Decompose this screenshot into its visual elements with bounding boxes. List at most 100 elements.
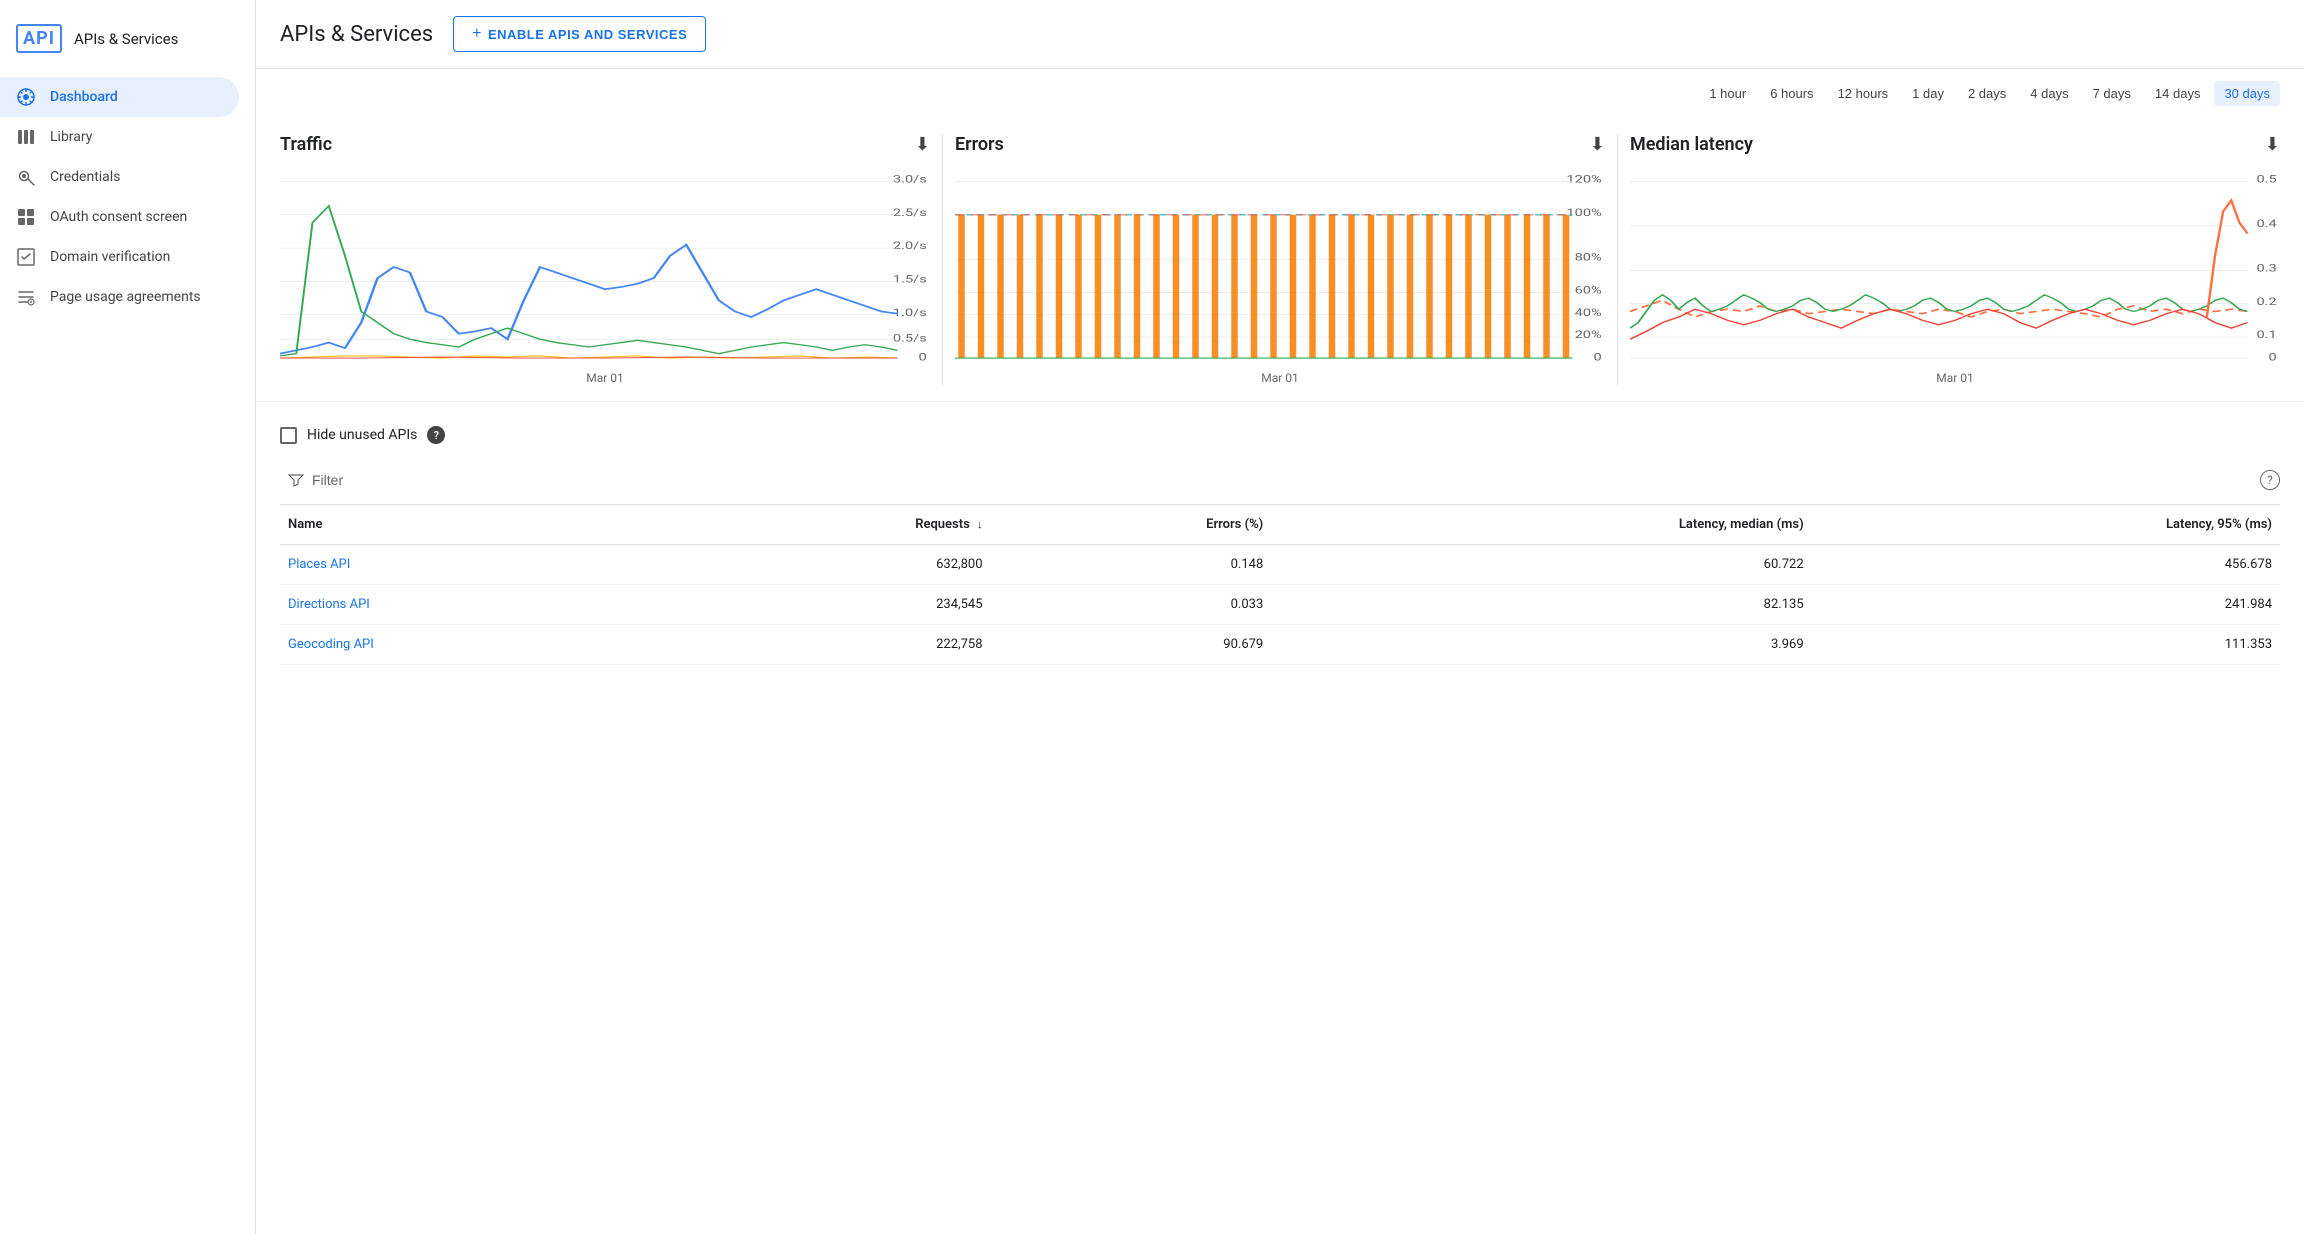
sidebar-item-label-page-usage: Page usage agreements (50, 289, 201, 305)
col-latency-95[interactable]: Latency, 95% (ms) (1812, 505, 2280, 545)
sidebar-item-label-domain: Domain verification (50, 249, 170, 265)
col-requests[interactable]: Requests ↓ (671, 505, 991, 545)
latency-download-icon[interactable]: ⬇ (2265, 134, 2280, 155)
row-2-requests: 222,758 (671, 625, 991, 665)
svg-text:100%: 100% (1566, 207, 1601, 219)
traffic-chart-xlabel: Mar 01 (280, 371, 930, 385)
table-header-row: Name Requests ↓ Errors (%) Latency, medi… (280, 505, 2280, 545)
latency-chart-title: Median latency (1630, 134, 1753, 155)
time-2days[interactable]: 2 days (1958, 81, 2016, 106)
table-row: Directions API 234,545 0.033 82.135 241.… (280, 585, 2280, 625)
svg-text:0.2: 0.2 (2256, 296, 2276, 308)
svg-text:3.0/s: 3.0/s (893, 174, 927, 186)
svg-text:1.0/s: 1.0/s (893, 307, 927, 319)
time-range-bar: 1 hour 6 hours 12 hours 1 day 2 days 4 d… (256, 69, 2304, 118)
svg-text:120%: 120% (1566, 174, 1601, 186)
col-latency-median[interactable]: Latency, median (ms) (1271, 505, 1811, 545)
errors-chart-xlabel: Mar 01 (955, 371, 1605, 385)
svg-text:20%: 20% (1575, 329, 1602, 341)
svg-text:0.4: 0.4 (2256, 218, 2276, 230)
time-1day[interactable]: 1 day (1902, 81, 1954, 106)
row-0-latency-median: 60.722 (1271, 545, 1811, 585)
svg-text:0.5/s: 0.5/s (893, 333, 927, 345)
sidebar-logo-area: API APIs & Services (0, 16, 255, 77)
latency-chart-header: Median latency ⬇ (1630, 134, 2280, 155)
svg-text:2.5/s: 2.5/s (893, 207, 927, 219)
sidebar-item-credentials[interactable]: Credentials (0, 157, 239, 197)
sidebar-item-label-oauth: OAuth consent screen (50, 209, 187, 225)
sidebar-item-domain[interactable]: Domain verification (0, 237, 239, 277)
svg-text:40%: 40% (1575, 307, 1602, 319)
svg-text:60%: 60% (1575, 285, 1602, 297)
traffic-chart-svg: 3.0/s 2.5/s 2.0/s 1.5/s 1.0/s 0.5/s 0 (280, 167, 930, 367)
sidebar: API APIs & Services Dashboard (0, 0, 256, 1234)
table-section: Filter ? Name Requests ↓ Errors (%) Late… (256, 456, 2304, 689)
sort-icon: ↓ (977, 518, 983, 531)
enable-apis-button[interactable]: + ENABLE APIS AND SERVICES (453, 16, 706, 52)
main-header: APIs & Services + ENABLE APIS AND SERVIC… (256, 0, 2304, 69)
row-1-latency-95: 241.984 (1812, 585, 2280, 625)
svg-text:2.0/s: 2.0/s (893, 240, 927, 252)
table-toolbar: Filter ? (280, 456, 2280, 505)
table-row: Geocoding API 222,758 90.679 3.969 111.3… (280, 625, 2280, 665)
row-2-latency-95: 111.353 (1812, 625, 2280, 665)
sidebar-item-label-credentials: Credentials (50, 169, 120, 185)
api-table: Name Requests ↓ Errors (%) Latency, medi… (280, 505, 2280, 665)
errors-chart-area: 120% 100% 80% 60% 40% 20% 0 (955, 167, 1605, 367)
table-help-icon[interactable]: ? (2260, 470, 2280, 490)
row-2-latency-median: 3.969 (1271, 625, 1811, 665)
svg-text:0.5: 0.5 (2256, 174, 2276, 186)
errors-chart-header: Errors ⬇ (955, 134, 1605, 155)
row-1-requests: 234,545 (671, 585, 991, 625)
row-1-latency-median: 82.135 (1271, 585, 1811, 625)
svg-text:80%: 80% (1575, 252, 1602, 264)
domain-icon (16, 247, 36, 267)
row-1-name[interactable]: Directions API (280, 585, 671, 625)
main-content: APIs & Services + ENABLE APIS AND SERVIC… (256, 0, 2304, 1234)
time-14days[interactable]: 14 days (2145, 81, 2211, 106)
row-0-latency-95: 456.678 (1812, 545, 2280, 585)
sidebar-item-dashboard[interactable]: Dashboard (0, 77, 239, 117)
traffic-chart-area: 3.0/s 2.5/s 2.0/s 1.5/s 1.0/s 0.5/s 0 (280, 167, 930, 367)
sidebar-item-library[interactable]: Library (0, 117, 239, 157)
row-0-name[interactable]: Places API (280, 545, 671, 585)
row-0-errors: 0.148 (991, 545, 1272, 585)
charts-section: Traffic ⬇ 3.0/s 2.5/s 2.0/s 1.5/s 1.0/s … (256, 118, 2304, 402)
row-2-name[interactable]: Geocoding API (280, 625, 671, 665)
hide-unused-text: Hide unused APIs (307, 427, 417, 443)
sidebar-app-name: APIs & Services (74, 30, 178, 48)
time-4days[interactable]: 4 days (2020, 81, 2078, 106)
dashboard-icon (16, 87, 36, 107)
hide-unused-label[interactable]: Hide unused APIs (280, 427, 417, 444)
time-1hour[interactable]: 1 hour (1699, 81, 1756, 106)
time-30days[interactable]: 30 days (2214, 81, 2280, 106)
filter-icon (288, 472, 304, 488)
page-title: APIs & Services (280, 22, 433, 47)
svg-text:0: 0 (919, 352, 927, 364)
sidebar-nav: Dashboard Library Credentials (0, 77, 255, 317)
latency-chart-xlabel: Mar 01 (1630, 371, 2280, 385)
plus-icon: + (472, 25, 482, 43)
svg-text:0: 0 (1594, 352, 1602, 364)
time-7days[interactable]: 7 days (2083, 81, 2141, 106)
sidebar-item-page-usage[interactable]: Page usage agreements (0, 277, 239, 317)
errors-chart-title: Errors (955, 134, 1004, 155)
table-row: Places API 632,800 0.148 60.722 456.678 (280, 545, 2280, 585)
sidebar-item-label-library: Library (50, 129, 92, 145)
traffic-download-icon[interactable]: ⬇ (915, 134, 930, 155)
hide-unused-checkbox[interactable] (280, 427, 297, 444)
time-12hours[interactable]: 12 hours (1828, 81, 1899, 106)
api-logo: API (16, 24, 62, 53)
filter-button[interactable]: Filter (280, 466, 351, 494)
hide-unused-help-icon[interactable]: ? (427, 426, 445, 444)
credentials-icon (16, 167, 36, 187)
time-6hours[interactable]: 6 hours (1760, 81, 1823, 106)
oauth-icon (16, 207, 36, 227)
sidebar-item-oauth[interactable]: OAuth consent screen (0, 197, 239, 237)
col-errors[interactable]: Errors (%) (991, 505, 1272, 545)
col-name[interactable]: Name (280, 505, 671, 545)
traffic-chart-header: Traffic ⬇ (280, 134, 930, 155)
svg-text:0.1: 0.1 (2256, 329, 2276, 341)
errors-download-icon[interactable]: ⬇ (1590, 134, 1605, 155)
page-usage-icon (16, 287, 36, 307)
